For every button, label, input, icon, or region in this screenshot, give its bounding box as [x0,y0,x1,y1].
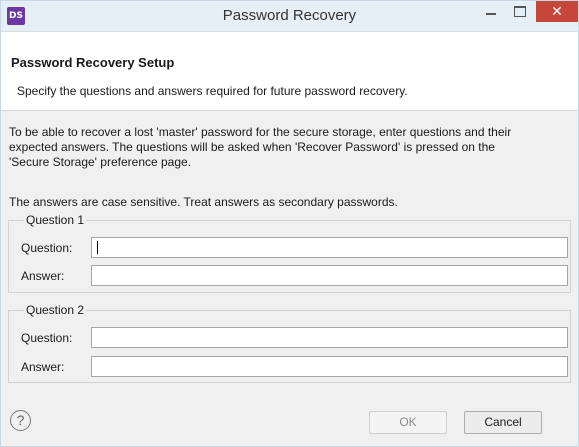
intro-line: 'Secure Storage' preference page. [9,155,192,169]
group-legend: Question 1 [26,213,85,227]
intro-line: expected answers. The questions will be … [9,140,495,154]
minimize-icon[interactable] [477,1,505,22]
answer-label: Answer: [21,360,65,374]
close-icon[interactable]: ✕ [536,1,578,22]
title-bar[interactable]: DS Password Recovery ✕ [1,1,578,32]
question-1-input[interactable] [91,237,568,258]
dialog-header: Password Recovery Setup Specify the ques… [1,32,578,111]
cancel-button[interactable]: Cancel [464,411,542,434]
maximize-icon[interactable] [506,1,534,22]
group-legend: Question 2 [26,303,85,317]
text-cursor [97,241,98,254]
help-icon[interactable]: ? [10,410,31,431]
intro-text: To be able to recover a lost 'master' pa… [9,125,569,170]
answer-2-input[interactable] [91,356,568,377]
case-sensitivity-note: The answers are case sensitive. Treat an… [9,195,398,209]
ok-button[interactable]: OK [369,411,447,434]
question-label: Question: [21,241,73,255]
header-title: Password Recovery Setup [11,55,175,70]
question-2-input[interactable] [91,327,568,348]
answer-label: Answer: [21,269,65,283]
question-label: Question: [21,331,73,345]
intro-line: To be able to recover a lost 'master' pa… [9,125,512,139]
header-description: Specify the questions and answers requir… [17,84,408,98]
password-recovery-dialog: DS Password Recovery ✕ Password Recovery… [0,0,579,447]
answer-1-input[interactable] [91,265,568,286]
